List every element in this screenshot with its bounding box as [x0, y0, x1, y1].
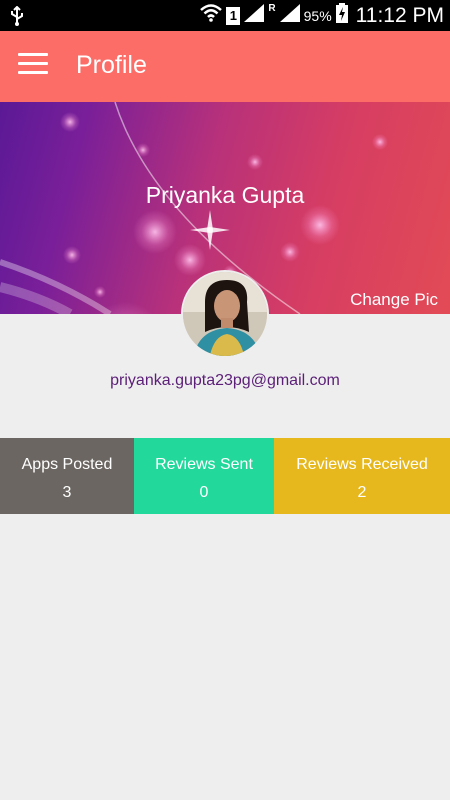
menu-icon[interactable] — [18, 53, 48, 79]
sim-icon: 1 — [226, 6, 241, 25]
stats-bar: Apps Posted 3 Reviews Sent 0 Reviews Rec… — [0, 438, 450, 514]
roaming-indicator: R — [268, 3, 276, 14]
stat-count: 0 — [199, 484, 209, 501]
signal-icon — [244, 4, 265, 27]
battery-percent: 95% — [303, 7, 332, 24]
usb-icon — [10, 5, 24, 31]
page-title: Profile — [76, 51, 147, 79]
change-pic-button[interactable]: Change Pic — [350, 290, 438, 310]
profile-name: Priyanka Gupta — [145, 182, 305, 208]
battery-charging-icon — [335, 3, 348, 28]
stat-label: Reviews Received — [296, 456, 428, 473]
app-bar: Profile — [0, 31, 450, 102]
stat-count: 2 — [357, 484, 367, 501]
clock: 11:12 PM — [355, 3, 444, 27]
status-bar: 1 R 95% 11:12 PM — [0, 0, 450, 31]
wifi-icon — [200, 4, 223, 27]
stat-label: Apps Posted — [21, 456, 113, 473]
stat-count: 3 — [62, 484, 72, 501]
profile-email: priyanka.gupta23pg@gmail.com — [110, 372, 340, 389]
stat-reviews-sent[interactable]: Reviews Sent 0 — [134, 438, 274, 514]
stat-label: Reviews Sent — [155, 456, 253, 473]
avatar[interactable] — [181, 270, 269, 358]
stat-apps-posted[interactable]: Apps Posted 3 — [0, 438, 134, 514]
signal-icon-2 — [279, 4, 300, 27]
avatar-photo — [183, 272, 267, 356]
stat-reviews-received[interactable]: Reviews Received 2 — [274, 438, 450, 514]
